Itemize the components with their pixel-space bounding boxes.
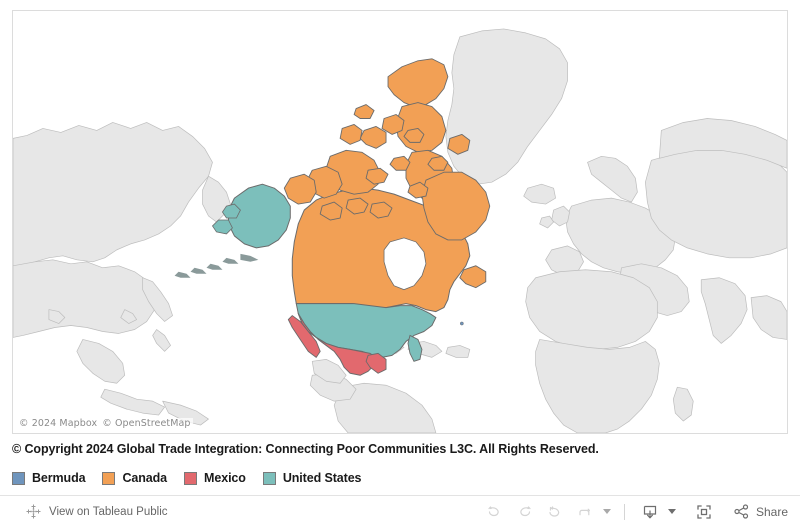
map-legend: Bermuda Canada Mexico United States bbox=[12, 466, 378, 490]
legend-swatch-mexico[interactable] bbox=[184, 471, 198, 485]
revert-icon bbox=[546, 503, 563, 520]
legend-label-bermuda: Bermuda bbox=[32, 471, 86, 485]
redo-icon bbox=[516, 503, 533, 520]
openstreetmap-attribution[interactable]: © OpenStreetMap bbox=[102, 418, 190, 429]
map-attribution: © 2024 Mapbox © OpenStreetMap bbox=[17, 418, 193, 430]
legend-label-mexico: Mexico bbox=[204, 471, 246, 485]
undo-icon bbox=[486, 503, 503, 520]
toolbar-divider bbox=[623, 503, 625, 520]
view-on-tableau-public-label: View on Tableau Public bbox=[49, 505, 168, 518]
download-dropdown-caret[interactable] bbox=[665, 498, 679, 526]
viz-toolbar: View on Tableau Public Share bbox=[0, 495, 800, 527]
share-button[interactable]: Share bbox=[729, 503, 788, 520]
download-icon bbox=[641, 503, 659, 521]
legend-label-canada: Canada bbox=[122, 471, 168, 485]
country-bermuda[interactable] bbox=[459, 321, 464, 326]
download-button[interactable] bbox=[635, 498, 665, 526]
undo-button[interactable] bbox=[480, 498, 510, 526]
legend-item-mexico[interactable]: Mexico bbox=[184, 471, 246, 485]
share-label: Share bbox=[755, 504, 788, 519]
tableau-viz-container: © 2024 Mapbox © OpenStreetMap © Copyright… bbox=[0, 0, 800, 527]
fullscreen-icon bbox=[695, 503, 713, 521]
revert-button[interactable] bbox=[540, 498, 570, 526]
toolbar-actions: Share bbox=[480, 498, 800, 526]
legend-label-united-states: United States bbox=[282, 471, 362, 485]
chevron-down-icon bbox=[667, 509, 676, 514]
copyright-caption: © Copyright 2024 Global Trade Integratio… bbox=[12, 442, 599, 456]
chevron-down-icon bbox=[602, 509, 611, 514]
legend-swatch-united-states[interactable] bbox=[262, 471, 276, 485]
view-on-tableau-public-button[interactable]: View on Tableau Public bbox=[0, 504, 168, 519]
refresh-icon bbox=[576, 503, 593, 520]
legend-item-bermuda[interactable]: Bermuda bbox=[12, 471, 86, 485]
refresh-button[interactable] bbox=[570, 498, 600, 526]
world-map[interactable] bbox=[13, 11, 787, 433]
tableau-logo-icon bbox=[26, 504, 41, 519]
legend-item-united-states[interactable]: United States bbox=[262, 471, 362, 485]
share-icon bbox=[733, 503, 750, 520]
mapbox-attribution[interactable]: © 2024 Mapbox bbox=[19, 418, 97, 429]
fullscreen-button[interactable] bbox=[689, 498, 719, 526]
map-panel[interactable]: © 2024 Mapbox © OpenStreetMap bbox=[12, 10, 788, 434]
legend-swatch-bermuda[interactable] bbox=[12, 471, 25, 485]
legend-item-canada[interactable]: Canada bbox=[102, 471, 167, 485]
legend-swatch-canada[interactable] bbox=[102, 471, 116, 485]
redo-button[interactable] bbox=[510, 498, 540, 526]
refresh-dropdown-caret[interactable] bbox=[600, 498, 614, 526]
